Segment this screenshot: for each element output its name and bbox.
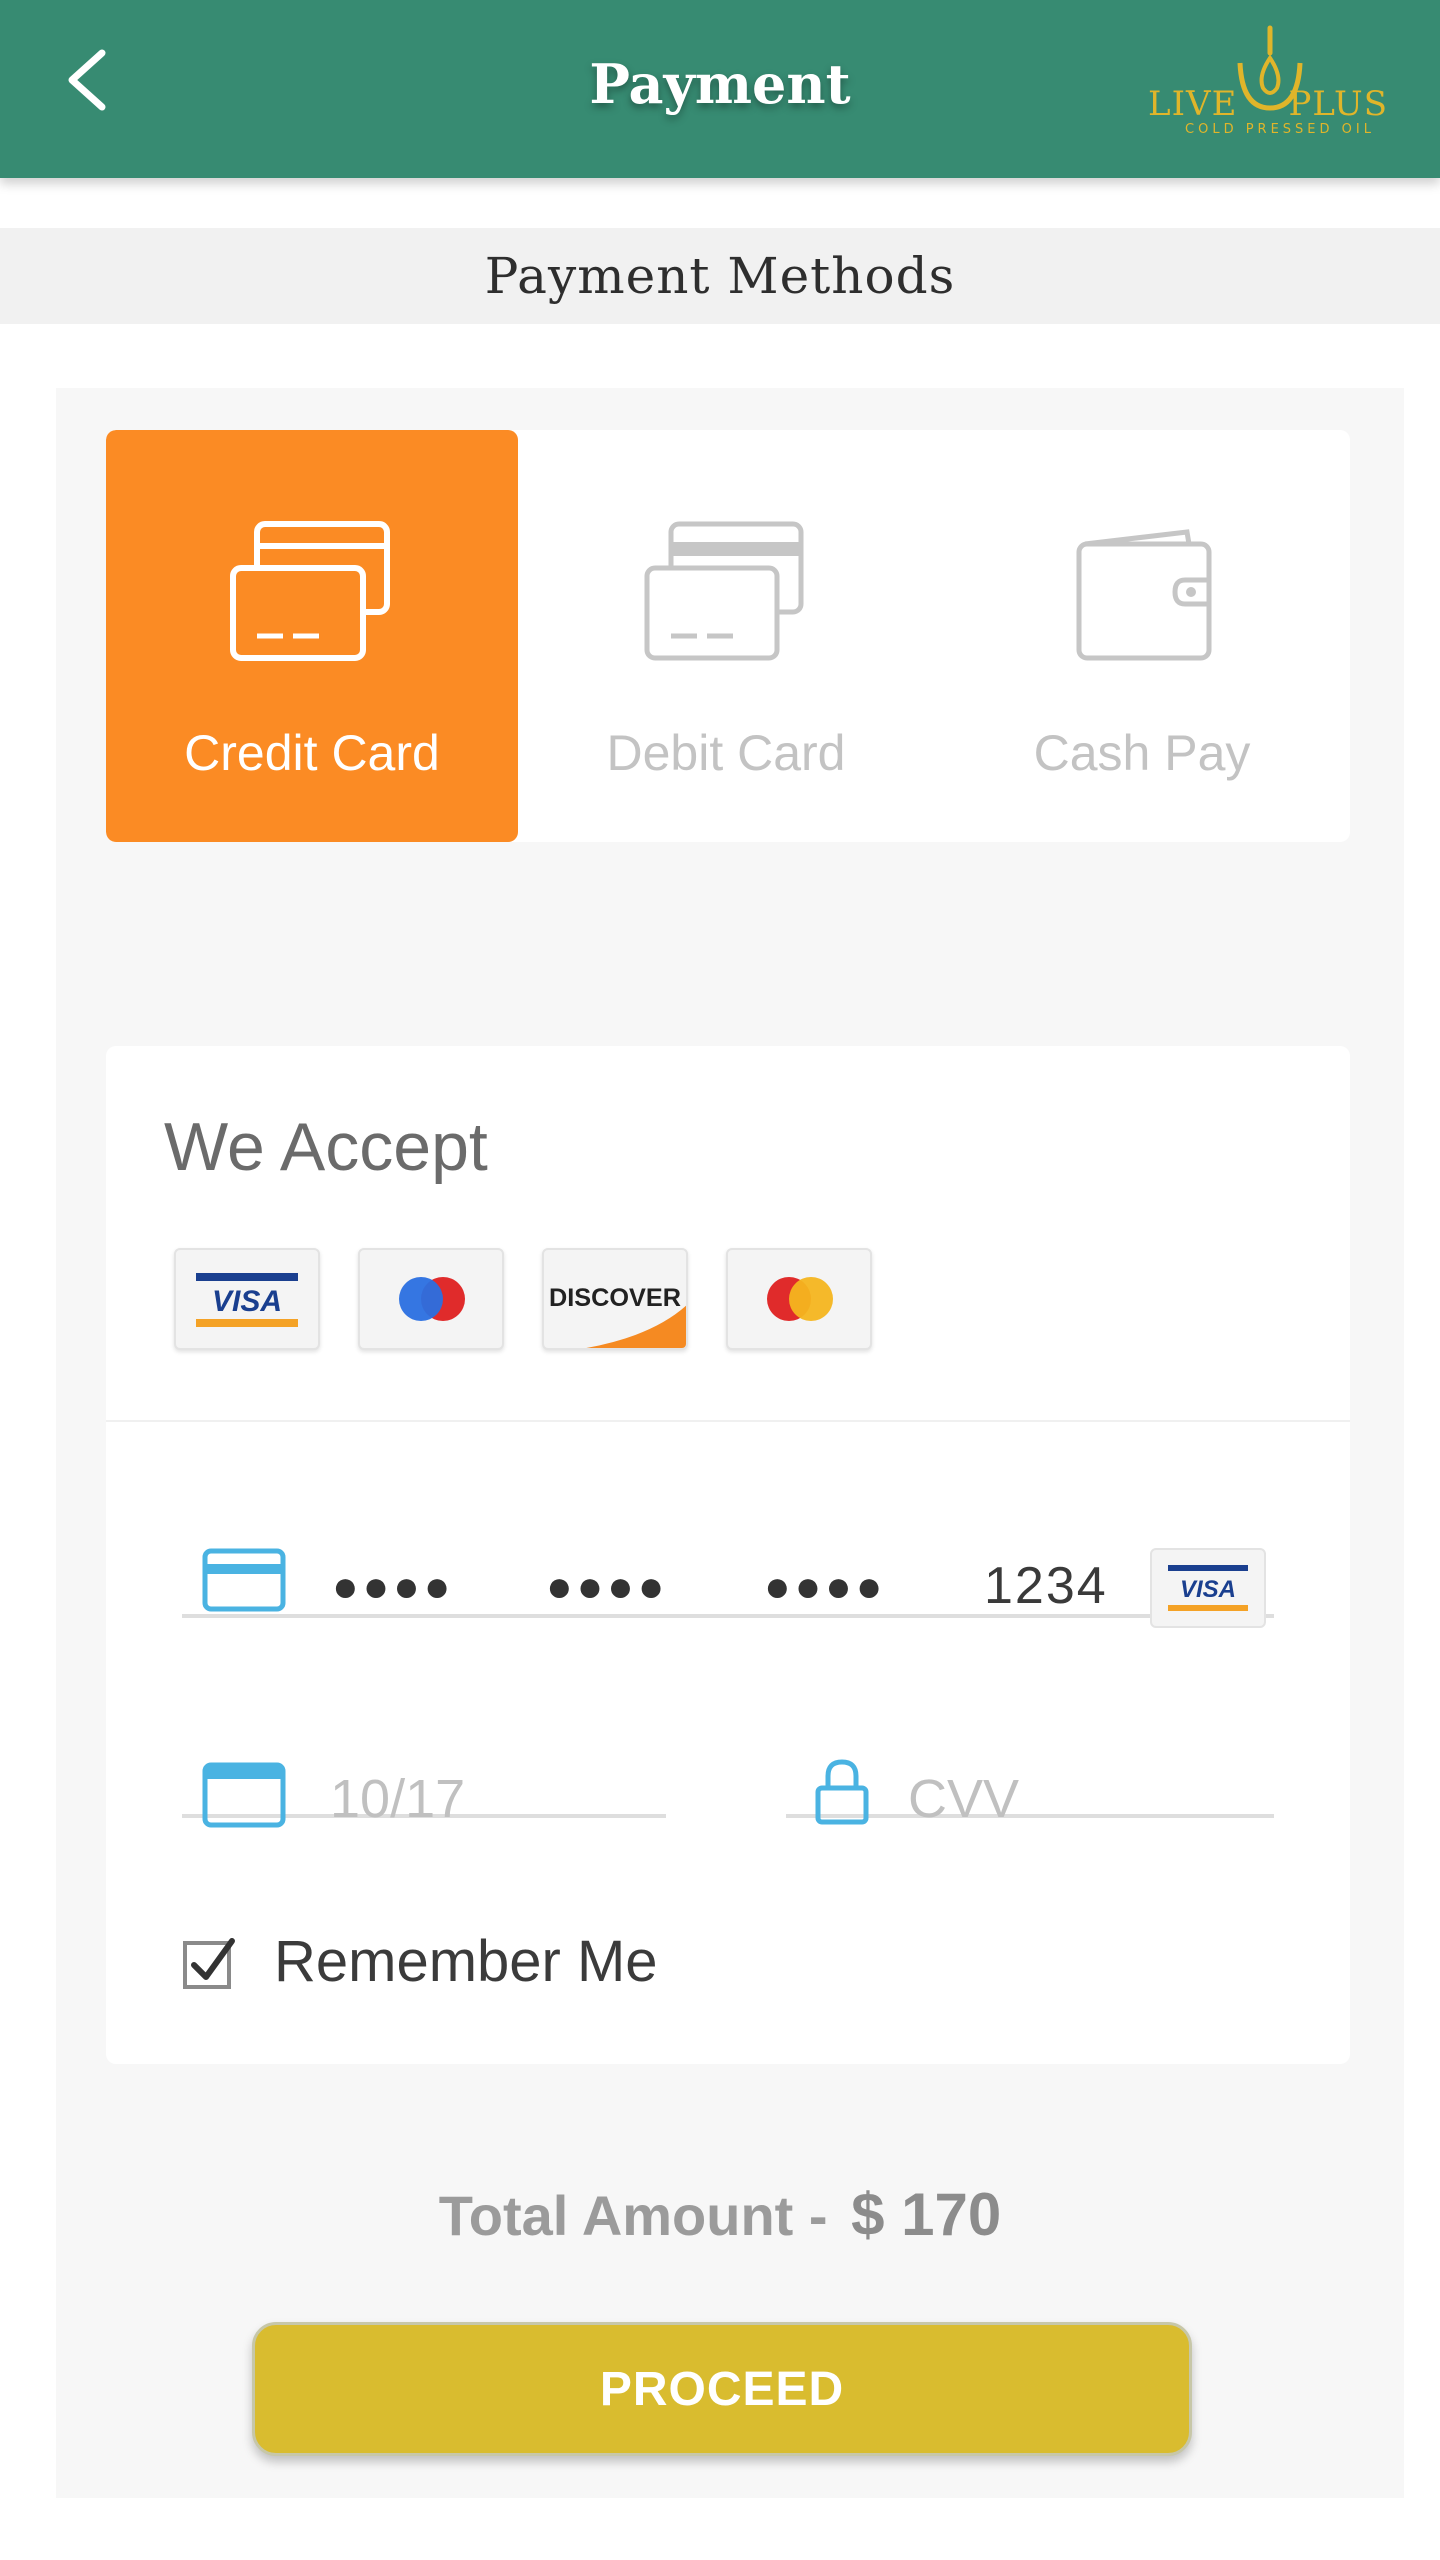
total-amount: Total Amount - $ 170: [0, 2180, 1440, 2249]
calendar-icon: [202, 1762, 286, 1828]
we-accept-title: We Accept: [164, 1109, 488, 1185]
card-number-group-1: ●●●●: [332, 1562, 455, 1611]
accepted-cards: VISA DISCOVER: [174, 1248, 872, 1350]
brand-live-text: LIVE: [1148, 84, 1238, 124]
section-header: Payment Methods: [0, 228, 1440, 324]
expiry-field[interactable]: 10/17: [182, 1706, 666, 1829]
card-number-group-3: ●●●●: [764, 1562, 887, 1611]
expiry-value: 10/17: [330, 1769, 466, 1829]
remember-me-label: Remember Me: [274, 1928, 658, 1994]
brand-tagline: COLD PRESSED OIL: [1185, 122, 1375, 137]
brand-logo: LIVE PLUS COLD PRESSED OIL: [1148, 18, 1388, 148]
visa-logo: VISA: [174, 1248, 320, 1350]
card-form: We Accept VISA DISCOVER ●●●● ●●●● ●●●● 1…: [106, 1046, 1350, 2064]
card-number-field[interactable]: ●●●● ●●●● ●●●● 1234 VISA: [182, 1496, 1274, 1628]
card-brand-visa-icon: VISA: [1150, 1548, 1266, 1628]
proceed-label: PROCEED: [599, 2362, 845, 2416]
brand-plus-text: PLUS: [1288, 84, 1388, 124]
lock-icon: [815, 1759, 869, 1825]
payment-method-tabs: Credit Card Debit Card Cash Pay: [106, 430, 1350, 842]
total-value: $ 170: [851, 2181, 1002, 2248]
card-number-last4: 1234: [984, 1557, 1108, 1615]
section-title: Payment Methods: [484, 247, 956, 305]
form-divider: [106, 1420, 1350, 1422]
tab-label-cash-pay: Cash Pay: [1033, 725, 1251, 781]
app-bar: Payment LIVE PLUS COLD PRESSED OIL: [0, 0, 1440, 178]
total-label: Total Amount -: [438, 2184, 828, 2247]
visa-logo-text: VISA: [212, 1285, 282, 1318]
remember-me-toggle[interactable]: Remember Me: [182, 1916, 658, 2006]
discover-logo-text: DISCOVER: [549, 1284, 681, 1312]
discover-logo: DISCOVER: [542, 1248, 688, 1350]
debit-card-icon: [644, 521, 804, 661]
tab-label-credit-card: Credit Card: [184, 725, 440, 781]
card-brand-text: VISA: [1180, 1576, 1236, 1603]
cvv-field[interactable]: CVV: [786, 1706, 1274, 1829]
proceed-button[interactable]: PROCEED: [252, 2322, 1192, 2456]
tab-cash-pay[interactable]: Cash Pay: [934, 430, 1350, 842]
card-number-group-2: ●●●●: [546, 1562, 669, 1611]
checkbox-checked-icon[interactable]: [182, 1933, 238, 1989]
tab-credit-card[interactable]: Credit Card: [106, 430, 518, 842]
tab-label-debit-card: Debit Card: [606, 725, 846, 781]
credit-card-icon: [230, 521, 390, 661]
mastercard-logo: [726, 1248, 872, 1350]
tab-debit-card[interactable]: Debit Card: [518, 430, 934, 842]
card-icon: [202, 1548, 286, 1612]
cvv-placeholder: CVV: [908, 1769, 1020, 1829]
wallet-icon: [1076, 529, 1212, 661]
maestro-logo: [358, 1248, 504, 1350]
